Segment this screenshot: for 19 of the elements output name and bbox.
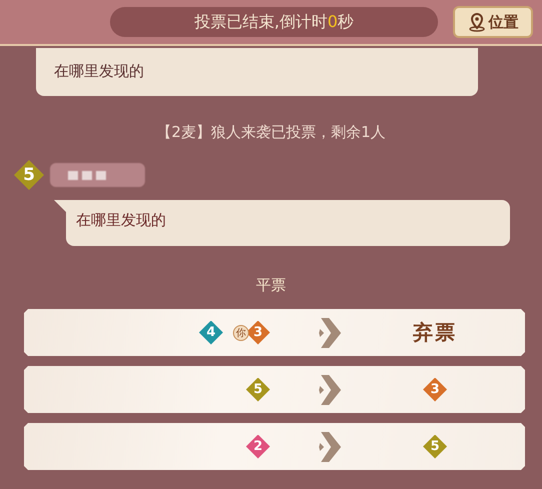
seat-badge: 3 (246, 320, 270, 344)
location-pin-icon (468, 12, 486, 32)
chat-bubble: 在哪里发现的 (36, 48, 478, 96)
seat-badge: 3 (423, 378, 447, 402)
location-button[interactable]: 位置 (453, 6, 533, 38)
countdown-text: 投票已结束,倒计时0秒 (194, 12, 354, 32)
seat-badge: 5 (423, 434, 447, 458)
vote-result-title: 平票 (255, 276, 287, 296)
seat-badge: 5 (246, 378, 270, 402)
seat-badge: 2 (246, 434, 270, 458)
seat-badge: 5 (14, 160, 44, 190)
chevron-icon (319, 432, 341, 462)
you-marker: 你 (233, 324, 249, 340)
abstain-label: 弃票 (413, 319, 457, 346)
seat-badge: 4 (199, 320, 223, 344)
system-message: 【2麦】狼人来袭已投票，剩余1人 (156, 123, 386, 141)
chevron-icon (319, 374, 341, 404)
chevron-icon (319, 318, 341, 348)
chat-bubble: 在哪里发现的 (54, 200, 510, 246)
